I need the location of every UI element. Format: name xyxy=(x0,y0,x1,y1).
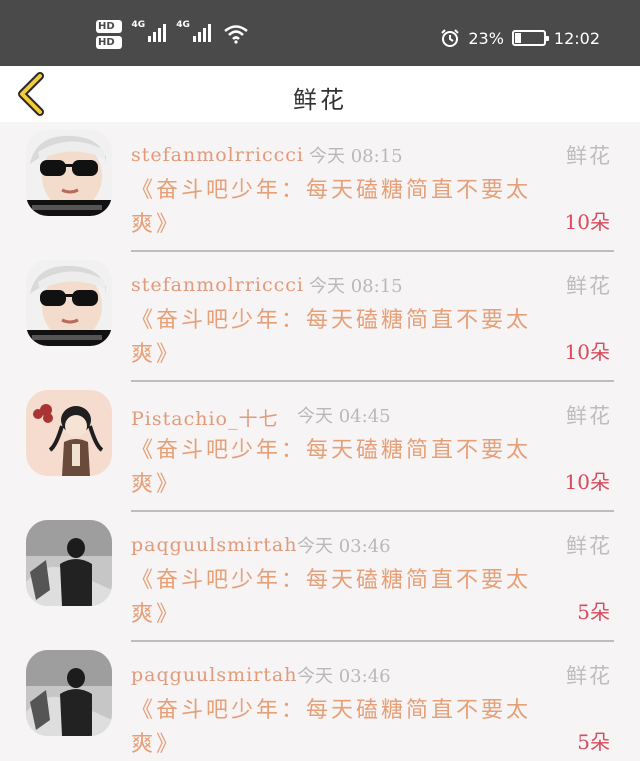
flower-count: 5朵 xyxy=(577,730,610,754)
clock: 12:02 xyxy=(553,28,600,48)
status-right: 23% 12:02 xyxy=(440,28,600,48)
username[interactable]: paqguulsmirtah xyxy=(131,534,298,556)
battery-fill xyxy=(514,33,522,43)
message-text: 《奋斗吧少年：每天磕糖简直不要太爽》 xyxy=(131,178,532,237)
username[interactable]: stefanmolrriccci xyxy=(131,274,304,296)
timestamp: 今天 03:46 xyxy=(297,536,391,557)
message-text: 《奋斗吧少年：每天磕糖简直不要太爽》 xyxy=(131,308,532,367)
network-label-2: 4G xyxy=(176,20,190,30)
avatar[interactable] xyxy=(26,260,112,346)
list-item[interactable]: stefanmolrriccci 今天 08:15 鲜花 《奋斗吧少年：每天磕糖… xyxy=(0,122,640,252)
battery-icon xyxy=(511,30,549,46)
message-text: 《奋斗吧少年：每天磕糖简直不要太爽》 xyxy=(131,438,532,497)
username[interactable]: Pistachio_十七 xyxy=(131,404,278,431)
avatar[interactable] xyxy=(26,650,112,736)
avatar[interactable] xyxy=(26,130,112,216)
message-text: 《奋斗吧少年：每天磕糖简直不要太爽》 xyxy=(131,568,532,627)
username[interactable]: paqguulsmirtah xyxy=(131,664,298,686)
list-item[interactable]: paqguulsmirtah 今天 03:46 鲜花 《奋斗吧少年：每天磕糖简直… xyxy=(0,642,640,761)
sim1-hd-badge: HD1 xyxy=(96,20,122,33)
alarm-icon xyxy=(441,29,460,47)
timestamp: 今天 03:46 xyxy=(297,666,391,687)
gift-type: 鲜花 xyxy=(566,404,612,428)
signal-icon: 4G xyxy=(132,20,167,42)
avatar[interactable] xyxy=(26,390,112,476)
timestamp: 今天 08:15 xyxy=(309,146,403,167)
title-bar: 鲜花 xyxy=(0,66,640,122)
timestamp: 今天 08:15 xyxy=(309,276,403,297)
sim2-hd-badge: HD2 xyxy=(96,36,122,49)
flower-record-list: stefanmolrriccci 今天 08:15 鲜花 《奋斗吧少年：每天磕糖… xyxy=(0,122,640,761)
username[interactable]: stefanmolrriccci xyxy=(131,144,304,166)
wifi-icon xyxy=(224,25,248,44)
list-item[interactable]: Pistachio_十七 今天 04:45 鲜花 《奋斗吧少年：每天磕糖简直不要… xyxy=(0,382,640,512)
signal-icon-2: 4G xyxy=(176,20,211,42)
gift-type: 鲜花 xyxy=(566,274,612,298)
flower-count: 10朵 xyxy=(564,210,610,234)
network-label-1: 4G xyxy=(131,20,146,30)
list-item[interactable]: stefanmolrriccci 今天 08:15 鲜花 《奋斗吧少年：每天磕糖… xyxy=(0,252,640,382)
message-text: 《奋斗吧少年：每天磕糖简直不要太爽》 xyxy=(131,698,532,757)
list-item[interactable]: paqguulsmirtah 今天 03:46 鲜花 《奋斗吧少年：每天磕糖简直… xyxy=(0,512,640,642)
avatar[interactable] xyxy=(26,520,112,606)
gift-type: 鲜花 xyxy=(566,664,612,688)
page-title: 鲜花 xyxy=(293,86,347,114)
flower-count: 10朵 xyxy=(564,340,610,364)
flower-count: 10朵 xyxy=(564,470,610,494)
flower-count: 5朵 xyxy=(577,600,610,624)
sim-indicators: HD1 HD2 xyxy=(96,20,122,49)
status-left: HD1 HD2 4G 4G xyxy=(96,20,249,60)
gift-type: 鲜花 xyxy=(566,534,612,558)
timestamp: 今天 04:45 xyxy=(297,406,391,427)
gift-type: 鲜花 xyxy=(566,144,612,168)
battery-percent: 23% xyxy=(468,28,504,48)
status-bar: HD1 HD2 4G 4G 23% 12:02 xyxy=(0,0,640,66)
